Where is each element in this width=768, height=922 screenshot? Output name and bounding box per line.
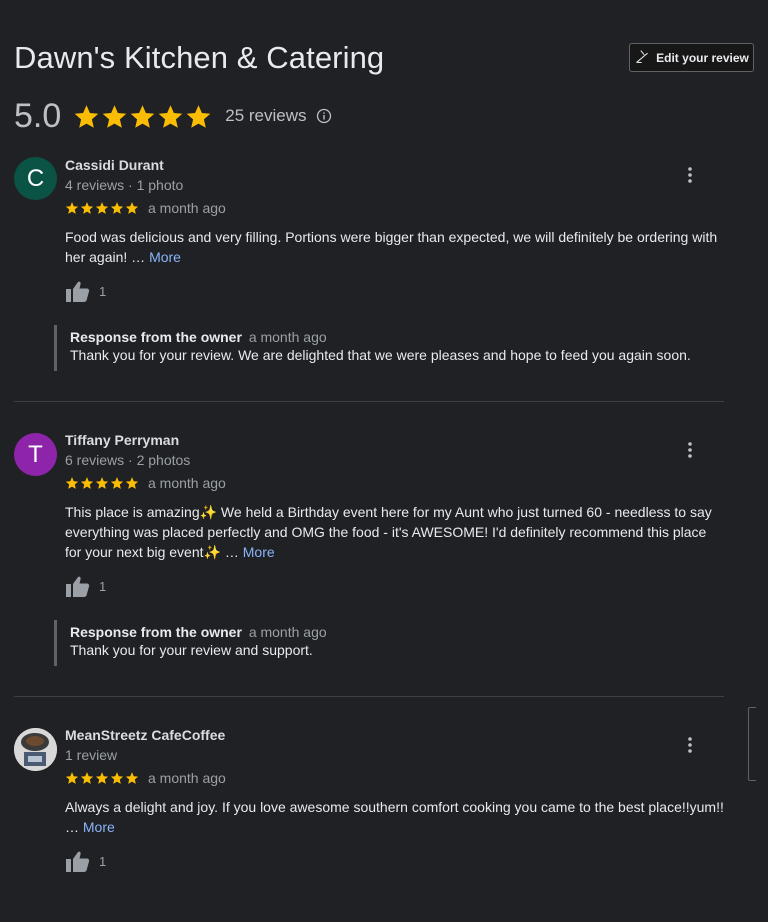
average-rating: 5.0 xyxy=(14,96,62,135)
response-text: Thank you for your review. We are deligh… xyxy=(70,347,691,363)
info-icon[interactable] xyxy=(316,108,332,124)
like-count: 1 xyxy=(99,579,107,594)
star-icon xyxy=(110,202,124,214)
star-icon xyxy=(130,104,155,128)
more-options-icon[interactable] xyxy=(680,440,700,460)
review-stars xyxy=(65,476,139,490)
like-row: 1 xyxy=(65,850,106,873)
star-icon xyxy=(186,104,211,128)
star-icon xyxy=(95,772,109,784)
like-count: 1 xyxy=(99,854,107,869)
star-icon xyxy=(80,202,94,214)
review-text: Always a delight and joy. If you love aw… xyxy=(65,797,725,837)
like-row: 1 xyxy=(65,575,106,598)
review-date: a month ago xyxy=(148,200,226,216)
reviewer-meta: 1 review xyxy=(65,747,118,763)
review-body: This place is amazing✨ We held a Birthda… xyxy=(65,504,712,560)
review-body: Always a delight and joy. If you love aw… xyxy=(65,799,724,835)
owner-response: Response from the owner a month ago Than… xyxy=(54,325,714,371)
review-date: a month ago xyxy=(148,770,226,786)
reviews-panel: Dawn's Kitchen & Catering Edit your revi… xyxy=(0,0,768,922)
thumbs-up-icon[interactable] xyxy=(65,850,90,873)
average-stars xyxy=(73,103,212,130)
owner-response: Response from the owner a month ago Than… xyxy=(54,620,714,666)
response-text: Thank you for your review and support. xyxy=(70,642,313,658)
star-icon xyxy=(65,202,79,214)
review-divider xyxy=(14,401,724,402)
like-row: 1 xyxy=(65,280,106,303)
edit-review-label: Edit your review xyxy=(656,50,749,65)
star-icon xyxy=(110,772,124,784)
reviewer-name[interactable]: Tiffany Perryman xyxy=(65,432,179,448)
edit-review-button[interactable]: Edit your review xyxy=(629,43,754,72)
review-rating: a month ago xyxy=(65,770,226,786)
like-count: 1 xyxy=(99,284,107,299)
more-link[interactable]: More xyxy=(243,544,275,560)
thumbs-up-icon[interactable] xyxy=(65,280,90,303)
more-options-icon[interactable] xyxy=(680,165,700,185)
more-link[interactable]: More xyxy=(149,249,181,265)
review-text: Food was delicious and very filling. Por… xyxy=(65,227,725,267)
scrollbar[interactable] xyxy=(748,707,756,781)
avatar[interactable]: C xyxy=(14,157,57,200)
star-icon xyxy=(125,202,139,214)
thumbs-up-icon[interactable] xyxy=(65,575,90,598)
review-count[interactable]: 25 reviews xyxy=(225,106,306,126)
reviewer-name[interactable]: Cassidi Durant xyxy=(65,157,164,173)
star-icon xyxy=(80,772,94,784)
review-divider xyxy=(14,696,724,697)
coffee-cup-photo xyxy=(14,728,57,771)
response-label: Response from the owner xyxy=(70,329,242,345)
rating-summary: 5.0 25 reviews xyxy=(14,96,332,136)
review-stars xyxy=(65,771,139,785)
more-link[interactable]: More xyxy=(83,819,115,835)
response-date: a month ago xyxy=(248,329,327,345)
star-icon xyxy=(95,477,109,489)
reviewer-meta: 6 reviews · 2 photos xyxy=(65,452,191,468)
star-icon xyxy=(65,772,79,784)
more-options-icon[interactable] xyxy=(680,735,700,755)
star-icon xyxy=(80,477,94,489)
star-icon xyxy=(102,104,127,128)
star-icon xyxy=(125,772,139,784)
star-icon xyxy=(125,477,139,489)
reviewer-name[interactable]: MeanStreetz CafeCoffee xyxy=(65,727,225,743)
pencil-icon xyxy=(634,48,651,68)
avatar[interactable]: T xyxy=(14,433,57,476)
response-label: Response from the owner xyxy=(70,624,242,640)
response-date: a month ago xyxy=(248,624,327,640)
business-title: Dawn's Kitchen & Catering xyxy=(14,40,385,75)
star-icon xyxy=(65,477,79,489)
reviewer-meta: 4 reviews · 1 photo xyxy=(65,177,184,193)
review-rating: a month ago xyxy=(65,475,226,491)
avatar-photo[interactable] xyxy=(14,728,57,771)
review-text: This place is amazing✨ We held a Birthda… xyxy=(65,502,725,562)
star-icon xyxy=(110,477,124,489)
star-icon xyxy=(158,104,183,128)
review-date: a month ago xyxy=(148,475,226,491)
review-stars xyxy=(65,201,139,215)
review-rating: a month ago xyxy=(65,200,226,216)
star-icon xyxy=(74,104,99,128)
star-icon xyxy=(95,202,109,214)
